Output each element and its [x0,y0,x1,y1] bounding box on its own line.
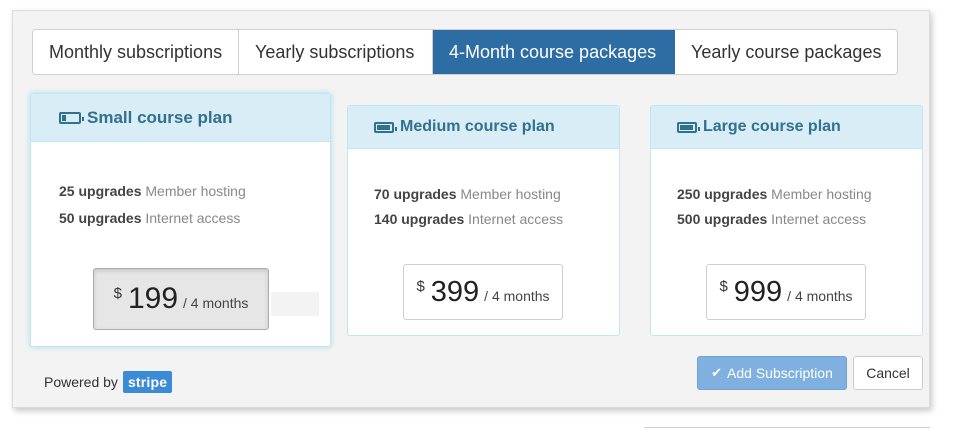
button-shadow [271,292,319,316]
plan-header: Large course plan [651,106,922,149]
battery-full-icon [677,121,700,133]
stripe-logo[interactable]: stripe [122,371,173,393]
cancel-button[interactable]: Cancel [853,356,923,390]
plan-features: 250 upgrades Member hosting 500 upgrades… [677,182,872,232]
price-button-small[interactable]: $ 199 / 4 months [93,268,269,330]
plan-title: Large course plan [703,118,841,135]
check-icon: ✔ [711,365,723,380]
tab-yearly-course-packages[interactable]: Yearly course packages [675,30,897,74]
tab-4-month-course-packages[interactable]: 4-Month course packages [433,30,675,74]
plan-header: Medium course plan [348,106,619,149]
price-amount: 199 [127,282,179,315]
feature-row: 250 upgrades Member hosting [677,186,872,202]
price-amount: 999 [733,275,783,308]
price-currency: $ [416,277,425,295]
battery-low-icon [59,111,84,124]
feature-row: 25 upgrades Member hosting [59,183,246,199]
add-subscription-button[interactable]: ✔ Add Subscription [697,356,847,390]
cancel-label: Cancel [866,365,910,381]
feature-row: 70 upgrades Member hosting [374,186,561,202]
feature-row: 140 upgrades Internet access [374,211,564,227]
plan-card-medium[interactable]: Medium course plan 70 upgrades Member ho… [347,105,620,336]
price-amount: 399 [430,275,480,308]
plan-header: Small course plan [31,94,330,142]
feature-row: 50 upgrades Internet access [59,210,241,226]
price-button-large[interactable]: $ 999 / 4 months [706,264,866,320]
price-period: / 4 months [787,288,853,304]
subscription-dialog: Monthly subscriptions Yearly subscriptio… [12,10,930,408]
tab-yearly-subscriptions[interactable]: Yearly subscriptions [239,30,433,74]
plan-features: 25 upgrades Member hosting 50 upgrades I… [59,178,246,232]
powered-by: Powered by stripe [44,371,173,393]
price-button-medium[interactable]: $ 399 / 4 months [403,264,563,320]
divider [644,427,930,428]
price-period: / 4 months [484,288,550,304]
price-currency: $ [113,284,122,302]
powered-by-label: Powered by [44,374,118,390]
plan-card-large[interactable]: Large course plan 250 upgrades Member ho… [650,105,923,336]
price-currency: $ [719,277,728,295]
battery-icon [374,121,397,133]
price-period: / 4 months [183,295,249,311]
add-subscription-label: Add Subscription [727,365,833,381]
tab-monthly-subscriptions[interactable]: Monthly subscriptions [33,30,239,74]
plan-title: Medium course plan [400,118,555,135]
plan-features: 70 upgrades Member hosting 140 upgrades … [374,182,563,232]
plan-title: Small course plan [87,107,233,127]
plan-card-small[interactable]: Small course plan 25 upgrades Member hos… [30,93,331,347]
feature-row: 500 upgrades Internet access [677,211,867,227]
package-tabs: Monthly subscriptions Yearly subscriptio… [32,29,898,75]
